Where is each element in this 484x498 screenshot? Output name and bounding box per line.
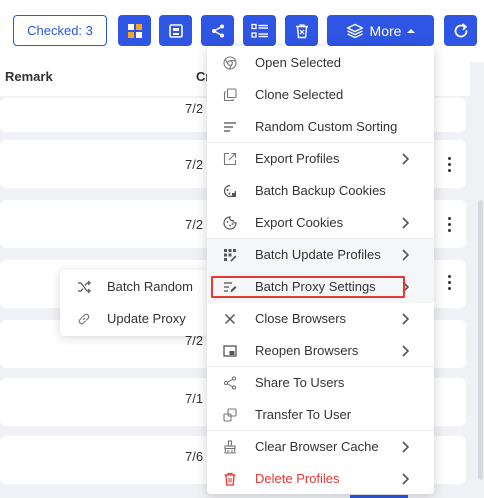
row-actions-icon[interactable] [444,214,454,234]
caret-up-icon [407,28,416,33]
menu-item-label: Close Browsers [255,311,347,326]
row-actions-icon[interactable] [444,272,454,292]
list-icon [250,23,268,38]
window-icon [223,345,237,357]
menu-item-label: Reopen Browsers [255,343,359,358]
menu-item-label: Batch Update Profiles [255,247,381,262]
batch-proxy-submenu: Batch Random Update Proxy [60,270,208,336]
menu-item-label: Transfer To User [255,407,352,422]
submenu-item-batch-random[interactable]: Batch Random [60,271,208,303]
highlight-annotation [211,276,405,298]
chevron-right-icon [402,217,409,229]
menu-item-batch-update-profiles[interactable]: Batch Update Profiles [207,239,434,271]
delete-icon [224,472,236,486]
submenu-item-label: Batch Random [107,279,193,294]
export-icon [223,152,237,166]
layers-icon [346,23,363,38]
row-date: 7/1 [185,391,204,406]
chrome-icon [223,56,237,70]
row-date: 7/2 [185,217,204,232]
delete-button[interactable] [285,15,318,46]
chevron-right-icon [402,313,409,325]
menu-item-label: Export Profiles [255,151,340,166]
menu-item-reopen-browsers[interactable]: Reopen Browsers [207,335,434,367]
share-icon [211,24,224,37]
link-icon [78,313,90,325]
more-dropdown-menu: Open Selected Clone Selected Random Cust… [207,46,434,494]
more-label: More [369,22,402,39]
list-button[interactable] [243,15,276,46]
menu-item-export-cookies[interactable]: Export Cookies [207,207,434,239]
chevron-right-icon [402,249,409,261]
chevron-right-icon [402,345,409,357]
row-date: 7/2 [185,101,204,116]
chevron-right-icon [402,153,409,165]
share-button[interactable] [201,15,234,46]
menu-item-batch-backup-cookies[interactable]: Batch Backup Cookies [207,175,434,207]
close-icon [224,313,236,325]
shuffle-icon [78,280,91,294]
menu-item-export-profiles[interactable]: Export Profiles [207,143,434,175]
refresh-icon [454,23,467,37]
menu-item-clone-selected[interactable]: Clone Selected [207,79,434,111]
chevron-right-icon [402,473,409,485]
refresh-button[interactable] [444,15,477,46]
share-icon [223,376,237,390]
chevron-right-icon [402,441,409,453]
menu-item-label: Open Selected [255,55,342,70]
transfer-icon [223,408,237,422]
apps-button[interactable] [118,15,151,46]
broom-icon [224,440,236,454]
menu-item-label: Delete Profiles [255,471,340,486]
trash-icon [295,23,308,38]
menu-item-label: Clone Selected [255,87,344,102]
menu-item-share-to-users[interactable]: Share To Users [207,367,434,399]
row-date: 7/2 [185,157,204,172]
menu-item-delete-profiles[interactable]: Delete Profiles [207,463,434,495]
row-actions-icon[interactable] [444,154,454,174]
menu-item-label: Share To Users [255,375,345,390]
menu-item-label: Batch Backup Cookies [255,183,386,198]
save-button[interactable] [159,15,192,46]
save-icon [168,23,183,38]
checked-count-button[interactable]: Checked: 3 [13,15,107,46]
menu-item-transfer-to-user[interactable]: Transfer To User [207,399,434,431]
menu-item-label: Export Cookies [255,215,344,230]
sort-lines-icon [224,122,236,132]
row-date: 7/6 [185,449,204,464]
menu-item-open-selected[interactable]: Open Selected [207,47,434,79]
menu-item-clear-browser-cache[interactable]: Clear Browser Cache [207,431,434,463]
menu-item-label: Random Custom Sorting [255,119,398,134]
apps-icon [127,23,142,38]
clone-icon [223,88,237,102]
menu-item-label: Clear Browser Cache [255,439,379,454]
submenu-item-label: Update Proxy [107,311,186,326]
submenu-item-update-proxy[interactable]: Update Proxy [60,303,208,335]
menu-item-random-custom-sorting[interactable]: Random Custom Sorting [207,111,434,143]
cookie-icon [223,216,237,230]
menu-item-close-browsers[interactable]: Close Browsers [207,303,434,335]
cookie-backup-icon [223,184,237,198]
grid-dots-icon [224,249,237,262]
more-button[interactable]: More [327,15,434,46]
scrollbar-thumb[interactable] [478,200,483,480]
column-header-remark[interactable]: Remark [5,69,53,84]
